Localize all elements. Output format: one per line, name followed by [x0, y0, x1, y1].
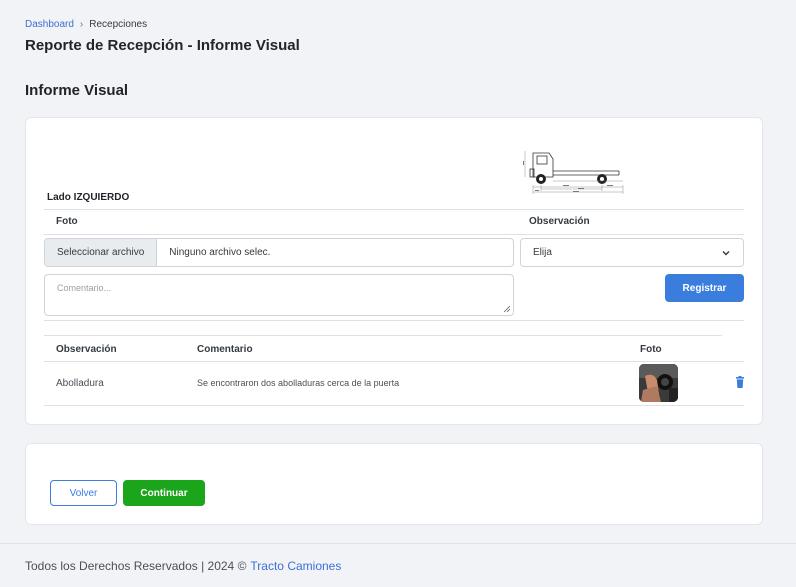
- side-label: Lado IZQUIERDO: [47, 192, 130, 203]
- table-top-border: [44, 335, 722, 336]
- register-button[interactable]: Registrar: [665, 274, 744, 302]
- comment-textarea[interactable]: Comentario...: [44, 274, 514, 316]
- footer-copyright: Todos los Derechos Reservados | 2024 ©: [25, 558, 247, 573]
- visual-report-card: Lado IZQUIERDO Foto Observación Seleccio…: [25, 117, 763, 425]
- observation-label: Observación: [529, 216, 590, 227]
- table-header-border: [44, 361, 744, 362]
- breadcrumb-current: Recepciones: [89, 19, 148, 30]
- trash-icon[interactable]: [735, 376, 745, 388]
- footer: Todos los Derechos Reservados | 2024 © T…: [0, 543, 796, 587]
- breadcrumb: Dashboard › Recepciones: [25, 19, 147, 30]
- divider: [44, 320, 744, 321]
- continue-button[interactable]: Continuar: [123, 480, 205, 506]
- table-header-observation: Observación: [56, 344, 117, 355]
- table-header-comment: Comentario: [197, 344, 253, 355]
- photo-label: Foto: [56, 216, 78, 227]
- back-button[interactable]: Volver: [50, 480, 117, 506]
- comment-placeholder: Comentario...: [57, 283, 112, 293]
- observation-select-value: Elija: [533, 247, 552, 258]
- select-file-button[interactable]: Seleccionar archivo: [45, 239, 158, 266]
- divider: [44, 209, 744, 210]
- table-cell-observation: Abolladura: [56, 378, 104, 389]
- resize-grip-icon[interactable]: [503, 305, 511, 313]
- table-header-photo: Foto: [640, 344, 662, 355]
- breadcrumb-separator: ›: [79, 19, 84, 30]
- truck-side-diagram: [523, 151, 624, 194]
- photo-file-input[interactable]: Seleccionar archivo Ninguno archivo sele…: [44, 238, 514, 267]
- section-title: Informe Visual: [25, 82, 129, 99]
- page-title: Reporte de Recepción - Informe Visual: [25, 37, 300, 54]
- actions-card: Volver Continuar: [25, 443, 763, 525]
- damage-photo-thumbnail[interactable]: [639, 364, 678, 402]
- breadcrumb-dashboard-link[interactable]: Dashboard: [25, 19, 74, 30]
- file-name-text: Ninguno archivo selec.: [169, 247, 271, 258]
- observation-select[interactable]: Elija: [520, 238, 744, 267]
- table-cell-comment: Se encontraron dos abolladuras cerca de …: [197, 378, 400, 388]
- divider: [44, 234, 744, 235]
- chevron-down-icon: [722, 250, 730, 255]
- footer-brand-link[interactable]: Tracto Camiones: [250, 559, 341, 573]
- table-row-border: [44, 405, 744, 406]
